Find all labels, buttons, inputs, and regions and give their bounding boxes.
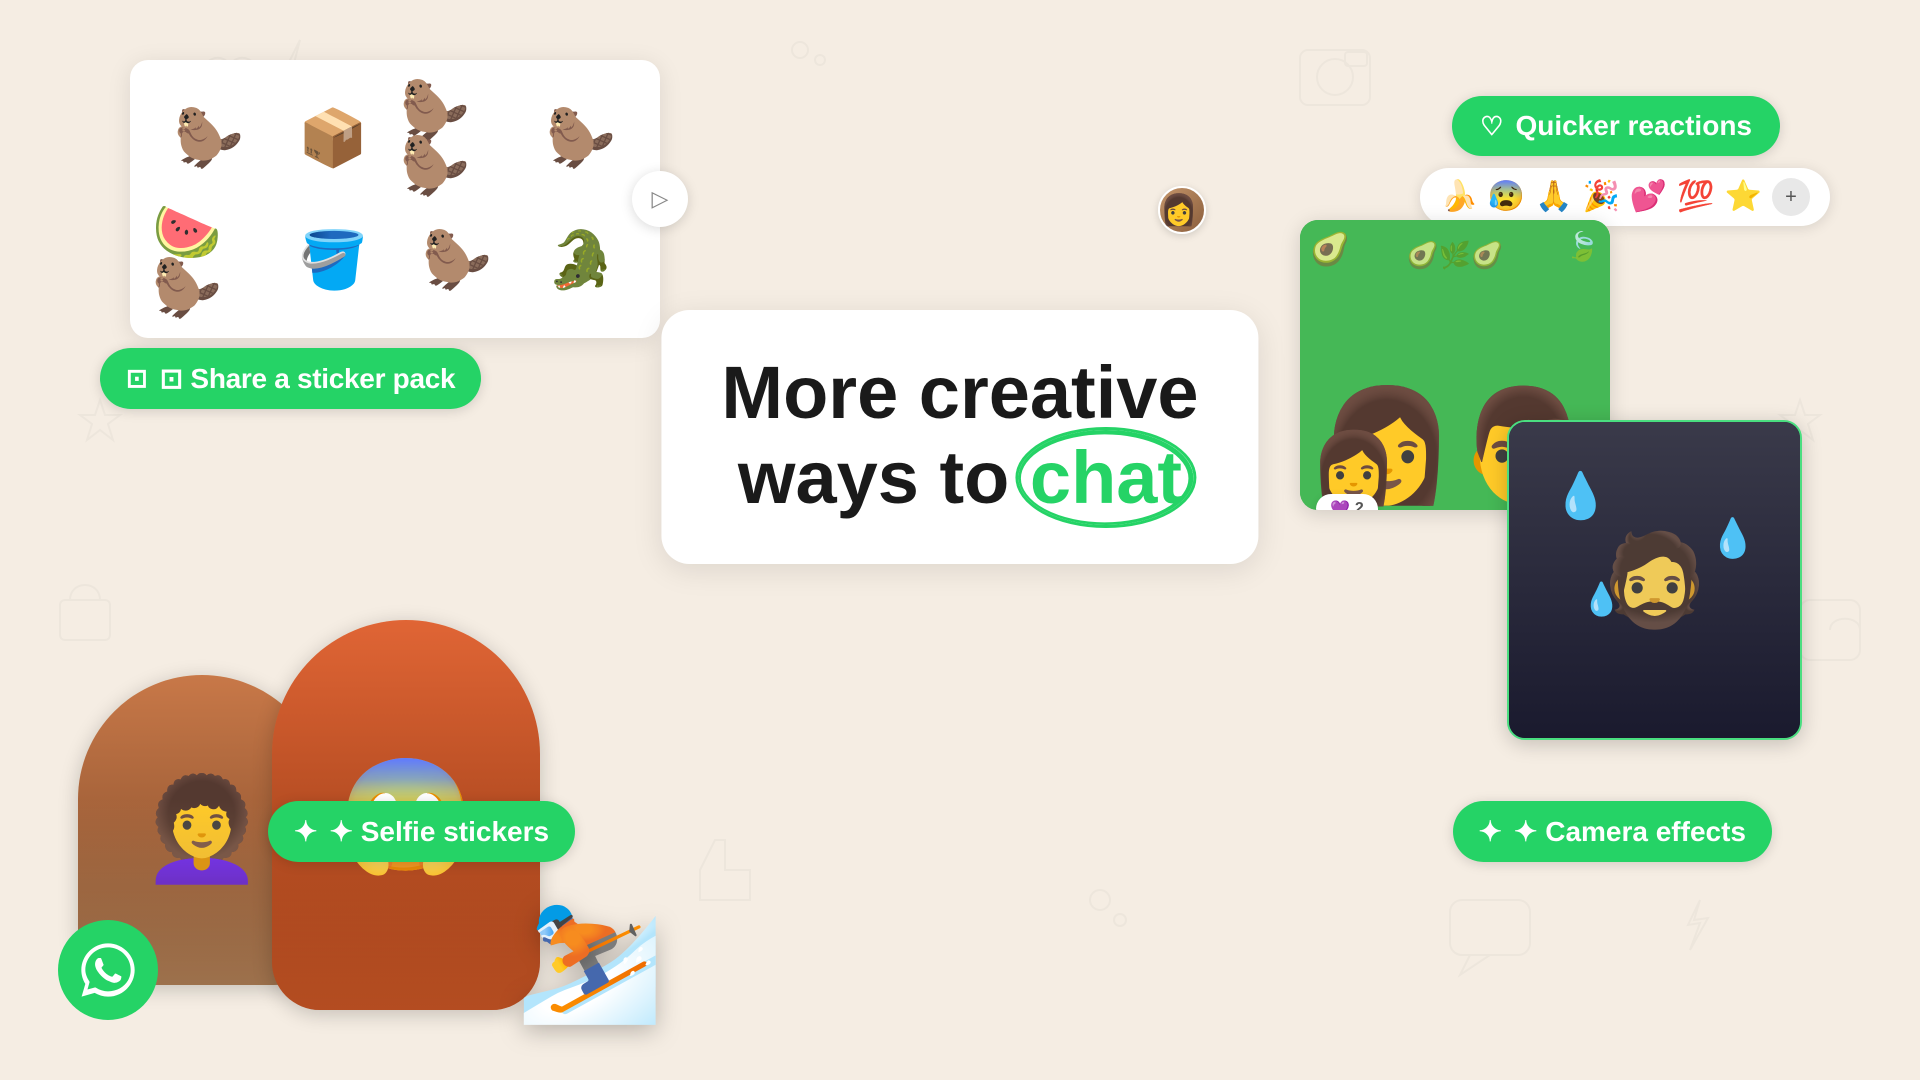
chat-highlight: chat (1030, 435, 1182, 520)
share-sticker-badge[interactable]: ⊡ ⊡ Share a sticker pack (100, 348, 481, 409)
selfie-stickers-label: ✦ Selfie stickers (329, 815, 549, 848)
reaction-party[interactable]: 🎉 (1583, 182, 1620, 212)
share-sticker-icon: ⊡ (126, 363, 148, 394)
skier-photo: ⛷️ (490, 730, 690, 1030)
emoji-reaction-row[interactable]: 🍌 😰 🙏 🎉 💕 💯 ⭐ + (1420, 168, 1830, 226)
sticker-6: 🪣 (276, 232, 390, 288)
reaction-count: 2 (1355, 500, 1364, 510)
heart-icon: 💜 (1330, 499, 1350, 510)
avatar: 👩 (1158, 186, 1206, 234)
whatsapp-icon (76, 938, 140, 1002)
quicker-reactions-label: Quicker reactions (1515, 110, 1752, 142)
sticker-pack-card: 🦫 📦 🦫🦫 🦫 🍉🦫 🪣 🦫 🐊 ▷ (130, 60, 660, 338)
camera-effects-icon: ✦ (1479, 815, 1502, 848)
main-title-card: More creative ways to chat (661, 310, 1258, 564)
quicker-reactions-badge[interactable]: ♡ Quicker reactions (1452, 96, 1780, 156)
sticker-3: 🦫🦫 (400, 82, 514, 194)
tear-sticker-3: 💧 (1582, 580, 1622, 618)
camera-effects-badge[interactable]: ✦ ✦ Camera effects (1453, 801, 1772, 862)
selfie-stickers-badge[interactable]: ✦ ✦ Selfie stickers (268, 801, 575, 862)
reaction-100[interactable]: 💯 (1677, 182, 1714, 212)
add-reaction-button[interactable]: + (1772, 178, 1810, 216)
sticker-1: 🦫 (152, 110, 266, 166)
whatsapp-logo (58, 920, 158, 1020)
man-crying-photo: 🧔 💧 💧 💧 (1507, 420, 1802, 740)
heart-outline-icon: ♡ (1480, 111, 1503, 142)
main-scene: 🦫 📦 🦫🦫 🦫 🍉🦫 🪣 🦫 🐊 ▷ ⊡ ⊡ Share a sticker … (0, 0, 1920, 1080)
reaction-pray[interactable]: 🙏 (1535, 182, 1572, 212)
sticker-7: 🦫 (400, 232, 514, 288)
tear-stickers: 💧 (1553, 469, 1609, 522)
reaction-star[interactable]: ⭐ (1725, 182, 1762, 212)
sticker-5: 🍉🦫 (152, 204, 266, 316)
reaction-banana[interactable]: 🍌 (1440, 182, 1477, 212)
sticker-2: 📦 (276, 110, 390, 166)
selfie-stickers-icon: ✦ (294, 815, 317, 848)
title-line2: ways to chat (721, 435, 1198, 520)
heart-reaction-badge: 💜 2 (1316, 494, 1378, 510)
reaction-worried[interactable]: 😰 (1488, 182, 1525, 212)
sticker-4: 🦫 (524, 110, 638, 166)
reaction-hearts[interactable]: 💕 (1630, 182, 1667, 212)
camera-effects-label: ✦ Camera effects (1514, 815, 1746, 848)
tear-sticker-2: 💧 (1709, 517, 1756, 561)
title-line1: More creative (721, 350, 1198, 435)
send-button[interactable]: ▷ (632, 171, 688, 227)
share-sticker-label: ⊡ Share a sticker pack (160, 362, 455, 395)
sticker-8: 🐊 (524, 232, 638, 288)
